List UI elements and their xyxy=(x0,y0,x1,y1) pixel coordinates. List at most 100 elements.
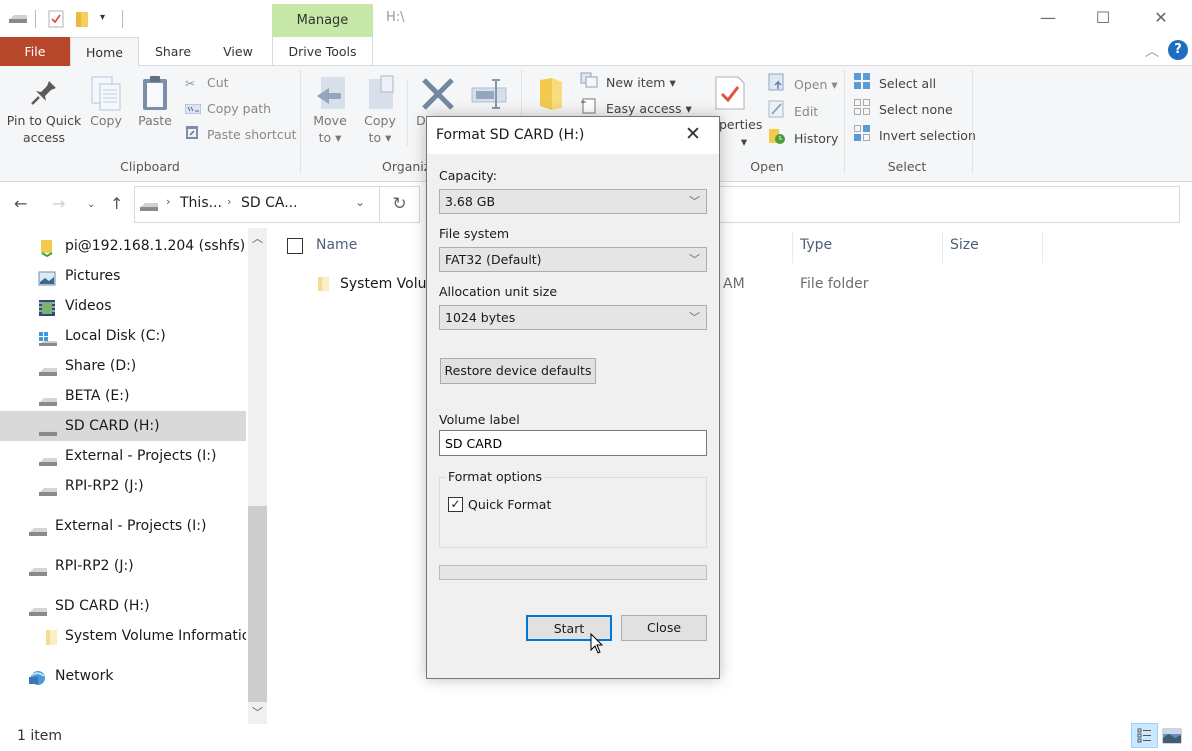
volume-label-input[interactable] xyxy=(439,430,707,456)
drive-icon xyxy=(38,418,58,441)
nav-item[interactable]: Pictures xyxy=(0,261,246,291)
nav-item[interactable]: Share (D:) xyxy=(0,351,246,381)
drive-icon xyxy=(28,598,48,621)
nav-item[interactable]: SD CARD (H:) xyxy=(0,411,246,441)
file-type: File folder xyxy=(800,276,869,292)
nav-item[interactable]: SD CARD (H:) xyxy=(0,591,246,621)
nav-item[interactable]: System Volume Information xyxy=(0,621,246,651)
nav-item[interactable]: External - Projects (I:) xyxy=(0,441,246,471)
nav-item[interactable]: Videos xyxy=(0,291,246,321)
forward-button[interactable]: → xyxy=(52,194,65,213)
select-none-button[interactable]: Select none xyxy=(853,98,953,120)
recent-locations-button[interactable]: ⌄ xyxy=(87,199,95,210)
properties-icon[interactable] xyxy=(48,10,64,31)
copy-to-button[interactable]: Copy to ▾ xyxy=(358,74,402,146)
history-button[interactable]: History xyxy=(768,127,838,149)
breadcrumb-separator-icon[interactable]: › xyxy=(227,195,231,208)
minimize-button[interactable]: — xyxy=(1019,0,1077,36)
quick-format-checkbox[interactable]: ✓ xyxy=(448,497,463,512)
refresh-button[interactable]: ↻ xyxy=(380,186,420,223)
open-group-label: Open xyxy=(750,159,784,174)
nav-item[interactable]: External - Projects (I:) xyxy=(0,511,246,541)
format-options-label: Format options xyxy=(446,469,545,484)
column-header-size[interactable]: Size xyxy=(950,237,979,253)
tab-drive-tools[interactable]: Drive Tools xyxy=(272,37,373,66)
drive-icon xyxy=(8,12,28,27)
copy-path-icon xyxy=(184,99,203,121)
new-item-label: New item xyxy=(605,75,666,90)
scrollbar-thumb[interactable] xyxy=(248,506,267,702)
details-view-button[interactable] xyxy=(1131,723,1158,748)
pin-to-quick-access-button[interactable]: Pin to Quick access xyxy=(4,78,84,146)
restore-defaults-button[interactable]: Restore device defaults xyxy=(440,358,596,384)
nav-item[interactable]: RPI-RP2 (J:) xyxy=(0,551,246,581)
allocation-unit-dropdown[interactable]: 1024 bytes ﹀ xyxy=(439,305,707,330)
file-row[interactable]: System Volu AM File folder xyxy=(280,270,1180,300)
nav-item[interactable]: Network xyxy=(0,661,246,691)
select-all-checkbox[interactable] xyxy=(287,238,303,254)
properties-button[interactable]: perties ▾ xyxy=(719,116,762,150)
up-button[interactable]: ↑ xyxy=(110,194,123,213)
nav-item[interactable]: RPI-RP2 (J:) xyxy=(0,471,246,501)
address-bar[interactable]: › This... › SD CA... ⌄ xyxy=(134,186,380,223)
pin-icon xyxy=(4,78,84,112)
separator xyxy=(122,10,123,28)
dialog-close-icon[interactable]: ✕ xyxy=(685,123,701,145)
address-dropdown-icon[interactable]: ⌄ xyxy=(355,195,365,209)
videos-icon xyxy=(38,298,56,321)
edit-button[interactable]: Edit xyxy=(768,100,818,122)
nav-item-label: pi@192.168.1.204 (sshfs) xyxy=(65,238,246,254)
open-button[interactable]: Open ▾ xyxy=(768,73,838,95)
close-button[interactable]: ✕ xyxy=(1132,0,1190,36)
column-header-type[interactable]: Type xyxy=(800,237,832,253)
properties-icon[interactable] xyxy=(714,75,746,114)
copy-button[interactable]: Copy xyxy=(86,74,126,129)
back-button[interactable]: ← xyxy=(14,194,27,213)
manage-contextual-tab: Manage xyxy=(272,4,373,37)
select-all-button[interactable]: Select all xyxy=(853,72,936,94)
new-folder-icon[interactable] xyxy=(538,76,564,115)
column-header-name[interactable]: Name xyxy=(316,237,357,253)
nav-item-label: Pictures xyxy=(65,268,121,284)
collapse-ribbon-icon[interactable]: ︿ xyxy=(1145,41,1159,61)
copy-path-button[interactable]: Copy path xyxy=(184,98,271,121)
new-folder-icon[interactable] xyxy=(75,10,89,31)
new-item-button[interactable]: New item ▾ xyxy=(580,72,676,94)
quick-format-label[interactable]: Quick Format xyxy=(468,497,551,512)
tab-view[interactable]: View xyxy=(206,37,270,66)
move-to-button[interactable]: Move to ▾ xyxy=(308,74,352,146)
pin-label-line2: access xyxy=(22,130,66,145)
column-separator[interactable] xyxy=(792,231,793,263)
nav-item-label: BETA (E:) xyxy=(65,388,130,404)
file-system-dropdown[interactable]: FAT32 (Default) ﹀ xyxy=(439,247,707,272)
drive-icon xyxy=(28,518,48,541)
nav-item[interactable]: Local Disk (C:) xyxy=(0,321,246,351)
breadcrumb-sd-card[interactable]: SD CA... xyxy=(241,195,298,211)
customize-qat-icon[interactable]: ▾ xyxy=(100,12,105,23)
column-separator[interactable] xyxy=(942,231,943,263)
paste-button[interactable]: Paste xyxy=(134,74,176,129)
maximize-button[interactable]: ☐ xyxy=(1074,0,1132,36)
scroll-down-icon[interactable]: ﹀ xyxy=(252,704,263,720)
breadcrumb-this-pc[interactable]: This... xyxy=(180,195,222,211)
scroll-up-icon[interactable]: ︿ xyxy=(252,230,263,246)
tab-share[interactable]: Share xyxy=(140,37,206,66)
invert-selection-button[interactable]: Invert selection xyxy=(853,124,976,146)
close-dialog-button[interactable]: Close xyxy=(621,615,707,641)
move-to-label-line1: Move xyxy=(313,113,347,128)
dialog-title-bar[interactable]: Format SD CARD (H:) ✕ xyxy=(427,117,719,154)
help-icon[interactable]: ? xyxy=(1168,40,1188,60)
delete-icon xyxy=(420,76,456,115)
paste-shortcut-button[interactable]: Paste shortcut xyxy=(185,124,297,146)
capacity-dropdown[interactable]: 3.68 GB ﹀ xyxy=(439,189,707,214)
large-icons-view-icon xyxy=(1162,728,1182,744)
tab-home[interactable]: Home xyxy=(70,37,139,67)
search-box[interactable] xyxy=(719,186,1180,223)
rename-icon[interactable] xyxy=(470,76,510,115)
column-separator[interactable] xyxy=(1042,231,1043,263)
large-icons-view-button[interactable] xyxy=(1162,728,1182,747)
nav-item[interactable]: pi@192.168.1.204 (sshfs) xyxy=(0,231,246,261)
cut-button[interactable]: ✂ Cut xyxy=(185,72,229,94)
tab-file[interactable]: File xyxy=(0,37,70,66)
nav-item[interactable]: BETA (E:) xyxy=(0,381,246,411)
